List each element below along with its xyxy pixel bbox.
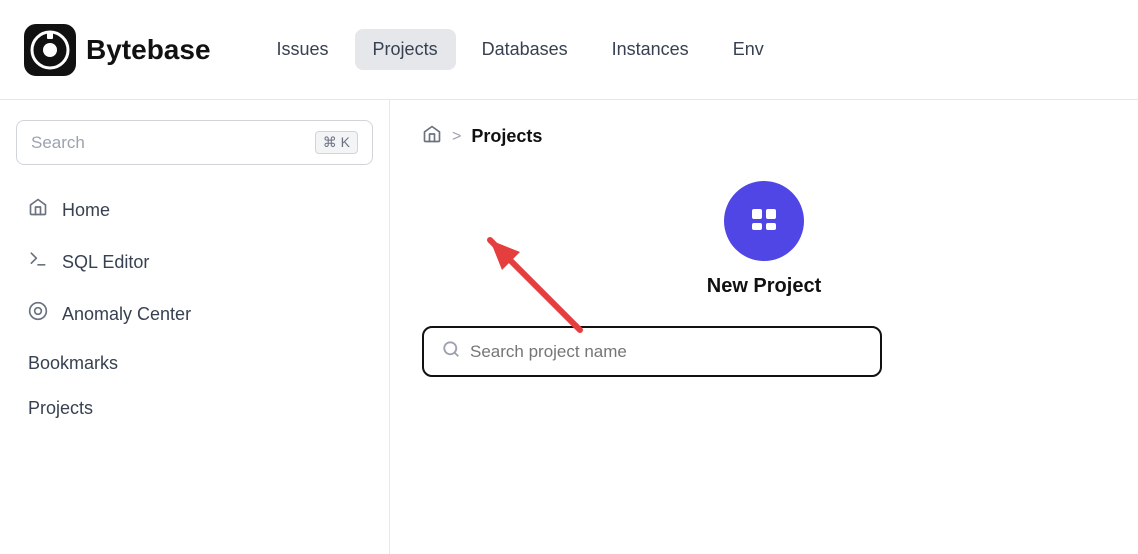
content-area: > Projects New Project [390, 100, 1138, 554]
new-project-icon [744, 201, 784, 241]
breadcrumb: > Projects [422, 124, 1106, 149]
sidebar-section-projects[interactable]: Projects [16, 386, 373, 431]
nav-item-instances[interactable]: Instances [594, 29, 707, 70]
logo-area: Bytebase [24, 24, 211, 76]
new-project-label: New Project [707, 275, 821, 298]
sidebar-section-bookmarks[interactable]: Bookmarks [16, 341, 373, 386]
sidebar: Search ⌘ K Home SQL Editor [0, 100, 390, 554]
sidebar-item-sql-editor-label: SQL Editor [62, 252, 149, 273]
main-nav: Issues Projects Databases Instances Env [259, 29, 782, 70]
search-box[interactable]: Search ⌘ K [16, 120, 373, 165]
search-project-box[interactable] [422, 326, 882, 377]
nav-item-issues[interactable]: Issues [259, 29, 347, 70]
new-project-area: New Project [422, 181, 1106, 298]
sidebar-item-anomaly-center[interactable]: Anomaly Center [16, 289, 373, 339]
breadcrumb-current: Projects [471, 126, 542, 147]
nav-item-env[interactable]: Env [715, 29, 782, 70]
sidebar-item-home[interactable]: Home [16, 185, 373, 235]
nav-item-databases[interactable]: Databases [464, 29, 586, 70]
top-navigation: Bytebase Issues Projects Databases Insta… [0, 0, 1138, 100]
search-placeholder: Search [31, 133, 85, 153]
search-kbd: ⌘ K [315, 131, 358, 154]
sidebar-item-anomaly-center-label: Anomaly Center [62, 304, 191, 325]
breadcrumb-home-icon[interactable] [422, 124, 442, 149]
sidebar-item-sql-editor[interactable]: SQL Editor [16, 237, 373, 287]
search-project-icon [442, 340, 460, 363]
bytebase-logo-icon [24, 24, 76, 76]
logo-text: Bytebase [86, 34, 211, 66]
main-layout: Search ⌘ K Home SQL Editor [0, 100, 1138, 554]
sidebar-item-home-label: Home [62, 200, 110, 221]
breadcrumb-separator: > [452, 128, 461, 146]
sql-editor-icon [28, 249, 48, 275]
anomaly-center-icon [28, 301, 48, 327]
home-icon [28, 197, 48, 223]
nav-item-projects[interactable]: Projects [355, 29, 456, 70]
new-project-button[interactable] [724, 181, 804, 261]
search-project-input[interactable] [470, 342, 862, 362]
